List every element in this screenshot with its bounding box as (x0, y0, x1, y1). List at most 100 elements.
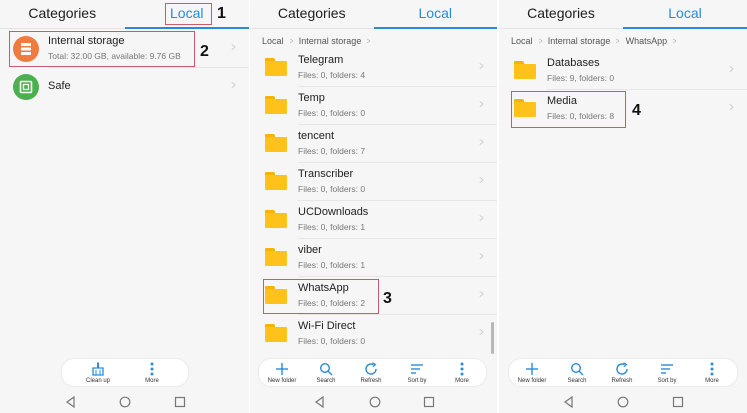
chevron-right-icon: > (729, 62, 734, 76)
home-icon[interactable] (617, 395, 629, 413)
recents-icon[interactable] (174, 395, 186, 413)
home-icon[interactable] (369, 395, 381, 413)
chevron-right-icon: > (289, 36, 293, 46)
tool-label: More (705, 378, 719, 384)
bottom-toolbar: Clean up More (62, 359, 188, 386)
recents-icon[interactable] (672, 395, 684, 413)
folder-info: Files: 0, folders: 0 (298, 184, 366, 194)
folder-row[interactable]: UCDownloads Files: 0, folders: 1 > (250, 201, 497, 239)
sort-icon (645, 361, 689, 377)
refresh-button[interactable]: Refresh (600, 359, 644, 385)
folder-icon (514, 61, 536, 79)
folder-row[interactable]: Temp Files: 0, folders: 0 > (250, 87, 497, 125)
folder-row[interactable]: tencent Files: 0, folders: 7 > (250, 125, 497, 163)
tab-local[interactable]: Local (374, 0, 498, 29)
folder-info: Files: 0, folders: 0 (298, 108, 366, 118)
new-folder-button[interactable]: New folder (510, 359, 554, 385)
back-icon[interactable] (563, 395, 575, 413)
more-button[interactable]: More (130, 359, 174, 385)
annotation-number: 3 (383, 290, 392, 307)
tab-categories[interactable]: Categories (499, 0, 623, 29)
breadcrumb-item[interactable]: Local (511, 36, 533, 46)
breadcrumb-item[interactable]: Local (262, 36, 284, 46)
search-icon (555, 361, 599, 377)
folder-info: Files: 9, folders: 0 (547, 73, 615, 83)
chevron-right-icon: > (479, 59, 484, 73)
folder-info: Files: 0, folders: 7 (298, 146, 366, 156)
folder-row[interactable]: Telegram Files: 0, folders: 4 > (250, 49, 497, 87)
folder-info: Files: 0, folders: 0 (298, 336, 366, 346)
more-button[interactable]: More (440, 359, 484, 385)
folder-name: UCDownloads (298, 206, 369, 218)
clean-up-button[interactable]: Clean up (76, 359, 120, 385)
folder-name: Wi-Fi Direct (298, 320, 356, 332)
refresh-button[interactable]: Refresh (349, 359, 393, 385)
scrollbar[interactable] (491, 322, 494, 354)
tool-label: Search (567, 378, 587, 384)
chevron-right-icon: > (367, 36, 371, 46)
refresh-icon (349, 361, 393, 377)
folder-row[interactable]: Transcriber Files: 0, folders: 0 > (250, 163, 497, 201)
tab-local[interactable]: Local (623, 0, 747, 29)
back-icon[interactable] (65, 395, 77, 413)
folder-row[interactable]: viber Files: 0, folders: 1 > (250, 239, 497, 277)
folder-row[interactable]: Wi-Fi Direct Files: 0, folders: 0 > (250, 315, 497, 353)
active-tab-indicator (373, 27, 497, 29)
folder-name: Temp (298, 92, 325, 104)
search-icon (304, 361, 348, 377)
list-item-safe[interactable]: Safe > (0, 68, 249, 106)
breadcrumb-item[interactable]: WhatsApp (626, 36, 668, 46)
home-icon[interactable] (119, 395, 131, 413)
breadcrumb-item[interactable]: Internal storage (548, 36, 611, 46)
folder-icon (265, 58, 287, 76)
tab-categories[interactable]: Categories (0, 0, 125, 29)
annotation-number: 1 (217, 5, 226, 22)
bottom-toolbar: New folder Search Refresh Sort by More (259, 359, 486, 386)
back-icon[interactable] (314, 395, 326, 413)
recents-icon[interactable] (423, 395, 435, 413)
folder-name: Telegram (298, 54, 344, 66)
tool-label: Sort by (657, 378, 677, 384)
tab-bar: Categories Local (250, 0, 497, 29)
tool-label: More (455, 378, 469, 384)
folder-row[interactable]: Databases Files: 9, folders: 0 > (499, 52, 747, 90)
plus-icon (260, 361, 304, 377)
chevron-right-icon: > (479, 97, 484, 111)
tab-bar: Categories Local (499, 0, 747, 29)
search-button[interactable]: Search (304, 359, 348, 385)
folder-name: Transcriber (298, 168, 354, 180)
breadcrumb: Local > Internal storage > (250, 31, 497, 51)
folder-icon (265, 172, 287, 190)
folder-icon (265, 210, 287, 228)
chevron-right-icon: > (479, 287, 484, 301)
system-nav-bar (250, 390, 497, 413)
folder-icon (265, 134, 287, 152)
folder-name: viber (298, 244, 322, 256)
tool-label: Clean up (85, 378, 111, 384)
tool-label: New folder (517, 378, 547, 384)
active-tab-indicator (124, 27, 249, 29)
sort-by-button[interactable]: Sort by (395, 359, 439, 385)
chevron-right-icon: > (538, 36, 542, 46)
chevron-right-icon: > (479, 173, 484, 187)
breadcrumb-item[interactable]: Internal storage (299, 36, 362, 46)
annotation-box (9, 31, 195, 67)
tab-categories[interactable]: Categories (250, 0, 374, 29)
annotation-box (263, 279, 379, 314)
search-button[interactable]: Search (555, 359, 599, 385)
annotation-box (165, 3, 212, 25)
tool-label: New folder (267, 378, 297, 384)
broom-icon (76, 361, 120, 377)
sort-by-button[interactable]: Sort by (645, 359, 689, 385)
more-button[interactable]: More (690, 359, 734, 385)
chevron-right-icon: > (672, 36, 677, 46)
folder-name: tencent (298, 130, 335, 142)
tool-label: Refresh (360, 378, 382, 384)
panel-whatsapp: Categories Local Local > Internal storage >… (499, 0, 747, 413)
folder-name: Databases (547, 57, 600, 69)
tool-label: Search (316, 378, 336, 384)
annotation-box (511, 91, 626, 128)
folder-info: Files: 0, folders: 4 (298, 70, 366, 80)
new-folder-button[interactable]: New folder (260, 359, 304, 385)
folder-info: Files: 0, folders: 1 (298, 222, 366, 232)
